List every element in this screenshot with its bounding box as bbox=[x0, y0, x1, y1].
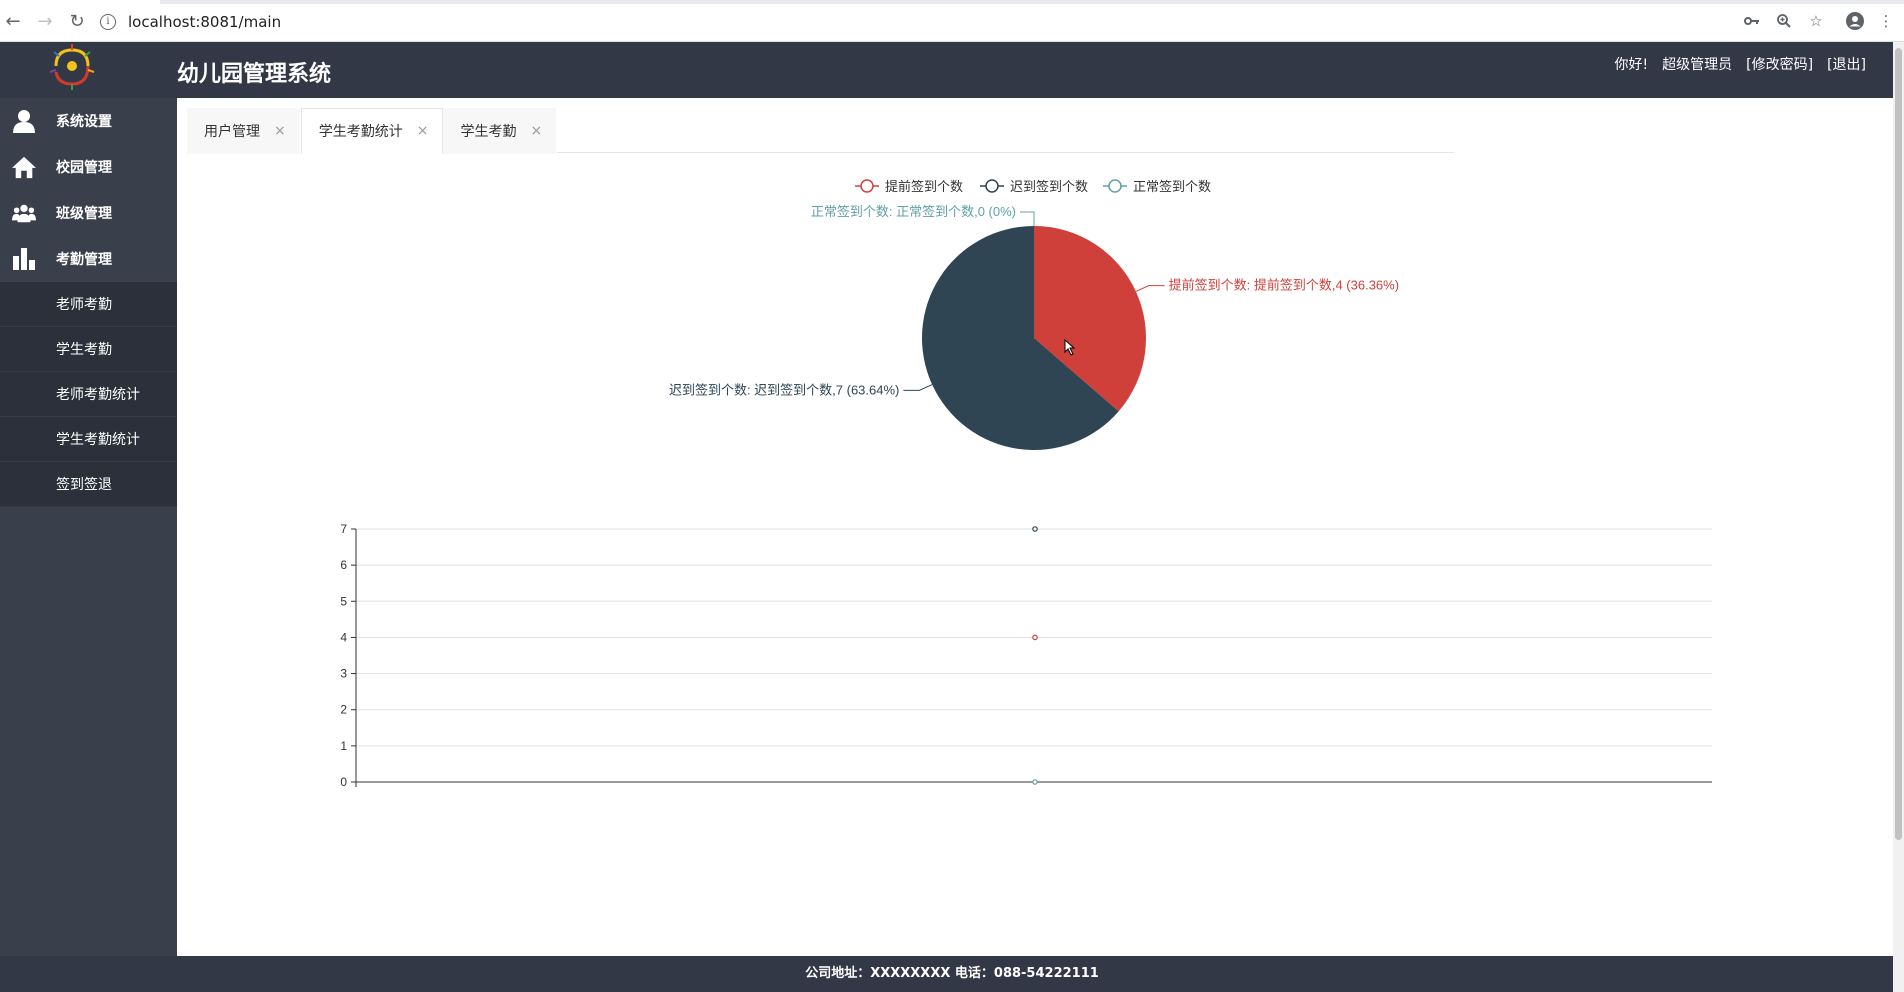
y-tick-label: 7 bbox=[340, 522, 347, 536]
app-title: 幼儿园管理系统 bbox=[177, 62, 332, 87]
key-icon[interactable] bbox=[1742, 11, 1762, 31]
sidebar-item-label: 考勤管理 bbox=[56, 252, 112, 268]
sidebar-item-campus[interactable]: 校园管理 bbox=[0, 144, 177, 190]
y-tick-label: 0 bbox=[340, 775, 347, 789]
close-icon[interactable]: × bbox=[417, 123, 429, 139]
back-icon[interactable]: ← bbox=[2, 10, 24, 32]
close-icon[interactable]: × bbox=[274, 123, 286, 139]
main-content: 用户管理 × 学生考勤统计 × 学生考勤 × 提前签到个数 迟到签到个数 正常签到个… bbox=[177, 98, 1893, 956]
sidebar-item-attendance[interactable]: 考勤管理 bbox=[0, 236, 177, 282]
attendance-chart: 提前签到个数 迟到签到个数 正常签到个数提前签到个数: 提前签到个数,4 (36.3… bbox=[340, 179, 1712, 789]
profile-icon[interactable] bbox=[1845, 11, 1865, 31]
home-icon bbox=[12, 155, 36, 179]
sidebar-item-label: 系统设置 bbox=[56, 114, 112, 130]
reload-icon[interactable]: ↻ bbox=[66, 10, 88, 32]
page-scrollbar[interactable] bbox=[1893, 42, 1904, 992]
scrollbar-thumb[interactable] bbox=[1895, 48, 1902, 840]
y-tick-label: 4 bbox=[340, 630, 347, 644]
close-icon[interactable]: × bbox=[530, 123, 542, 139]
group-icon bbox=[12, 201, 36, 225]
legend-marker bbox=[985, 179, 999, 193]
legend-marker bbox=[1108, 179, 1122, 193]
y-tick-label: 1 bbox=[340, 739, 347, 753]
legend-marker bbox=[860, 179, 874, 193]
submenu-student-attendance-stats[interactable]: 学生考勤统计 bbox=[0, 417, 177, 462]
logout-link[interactable]: [退出] bbox=[1827, 54, 1866, 74]
address-bar[interactable]: i localhost:8081/main bbox=[100, 9, 1810, 35]
y-tick-label: 3 bbox=[340, 667, 347, 681]
legend-label: 提前签到个数 bbox=[885, 179, 963, 194]
tab-student-attendance[interactable]: 学生考勤 × bbox=[443, 108, 558, 154]
star-icon[interactable]: ☆ bbox=[1806, 11, 1826, 31]
footer-text: 公司地址：XXXXXXXX 电话：088-54222111 bbox=[805, 966, 1099, 981]
submenu-teacher-attendance[interactable]: 老师考勤 bbox=[0, 282, 177, 327]
legend-label: 正常签到个数 bbox=[1133, 179, 1211, 194]
tab-label: 学生考勤统计 bbox=[318, 124, 403, 140]
browser-toolbar: ← → ↻ i localhost:8081/main ☆ ⋮ bbox=[0, 0, 1904, 42]
zoom-icon[interactable] bbox=[1774, 11, 1794, 31]
pie-label: 正常签到个数: 正常签到个数,0 (0%) bbox=[811, 204, 1016, 219]
footer: 公司地址：XXXXXXXX 电话：088-54222111 bbox=[0, 956, 1904, 992]
y-tick-label: 6 bbox=[340, 558, 347, 572]
tab-bar: 用户管理 × 学生考勤统计 × 学生考勤 × bbox=[187, 108, 1454, 154]
sidebar: 系统设置 校园管理 班级管理 考勤管理 老师考勤 学生考勤 老师考勤统计 学生考… bbox=[0, 98, 177, 956]
pie-label: 提前签到个数: 提前签到个数,4 (36.36%) bbox=[1169, 278, 1399, 293]
tab-label: 用户管理 bbox=[204, 124, 260, 140]
username: 超级管理员 bbox=[1662, 57, 1733, 73]
forward-icon[interactable]: → bbox=[34, 10, 56, 32]
y-tick-label: 5 bbox=[340, 594, 347, 608]
tab-student-attendance-stats[interactable]: 学生考勤统计 × bbox=[300, 108, 444, 154]
tab-user-management[interactable]: 用户管理 × bbox=[187, 108, 301, 154]
legend-label: 迟到签到个数 bbox=[1010, 179, 1088, 194]
greeting: 你好! bbox=[1614, 57, 1649, 73]
pie-label-line bbox=[1135, 285, 1165, 292]
logo-icon bbox=[42, 42, 102, 92]
pie-label-line bbox=[1020, 211, 1035, 226]
submenu-teacher-attendance-stats[interactable]: 老师考勤统计 bbox=[0, 372, 177, 417]
url-text[interactable]: localhost:8081/main bbox=[128, 13, 281, 31]
menu-icon[interactable]: ⋮ bbox=[1876, 11, 1896, 31]
y-tick-label: 2 bbox=[340, 703, 347, 717]
change-password-link[interactable]: [修改密码] bbox=[1746, 54, 1813, 74]
tab-strip-edge bbox=[160, 0, 1904, 4]
user-icon bbox=[12, 109, 36, 133]
sidebar-item-class[interactable]: 班级管理 bbox=[0, 190, 177, 236]
sidebar-item-system-settings[interactable]: 系统设置 bbox=[0, 98, 177, 144]
app-header: 幼儿园管理系统 你好! 超级管理员 [修改密码] [退出] bbox=[0, 42, 1904, 98]
site-info-icon[interactable]: i bbox=[100, 14, 116, 30]
submenu-sign-in-out[interactable]: 签到签退 bbox=[0, 462, 177, 507]
data-point bbox=[1032, 779, 1038, 785]
tab-label: 学生考勤 bbox=[460, 124, 517, 140]
sidebar-item-label: 班级管理 bbox=[56, 206, 112, 222]
data-point bbox=[1032, 634, 1038, 641]
attendance-submenu: 老师考勤 学生考勤 老师考勤统计 学生考勤统计 签到签退 bbox=[0, 282, 177, 507]
data-point bbox=[1032, 526, 1038, 532]
bar-chart-icon bbox=[12, 247, 36, 271]
pie-label-line bbox=[903, 384, 933, 391]
sidebar-item-label: 校园管理 bbox=[56, 160, 112, 176]
user-info: 你好! 超级管理员 [修改密码] [退出] bbox=[1615, 54, 1867, 74]
submenu-student-attendance[interactable]: 学生考勤 bbox=[0, 327, 177, 372]
pie-label: 迟到签到个数: 迟到签到个数,7 (63.64%) bbox=[669, 382, 899, 397]
